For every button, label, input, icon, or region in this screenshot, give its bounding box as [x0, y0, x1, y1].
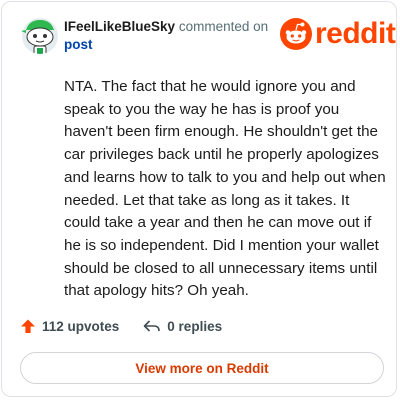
post-link[interactable]: post [64, 37, 93, 52]
comment-actions: 112 upvotes 0 replies [20, 318, 222, 334]
upvote-button[interactable]: 112 upvotes [20, 318, 119, 334]
reply-arrow-icon [143, 320, 161, 332]
commented-on-label: commented on [175, 19, 269, 34]
avatar[interactable] [20, 16, 60, 56]
snoo-avatar-icon [21, 18, 58, 54]
comment-embed-card: IFeelLikeBlueSky commented on post reddi… [1, 1, 397, 397]
upvote-arrow-icon [21, 319, 35, 333]
username[interactable]: IFeelLikeBlueSky [64, 19, 175, 34]
reply-count: 0 replies [167, 318, 223, 334]
comment-body: NTA. The fact that he would ignore you a… [64, 78, 386, 300]
reply-button[interactable]: 0 replies [143, 318, 222, 334]
view-more-button[interactable]: View more on Reddit [20, 352, 384, 384]
reddit-wordmark: reddit [315, 17, 396, 50]
upvote-count: 112 upvotes [42, 318, 120, 334]
reddit-snoo-icon [280, 18, 312, 50]
reddit-logo[interactable]: reddit [280, 17, 396, 50]
comment-header: IFeelLikeBlueSky commented on post [64, 18, 274, 54]
